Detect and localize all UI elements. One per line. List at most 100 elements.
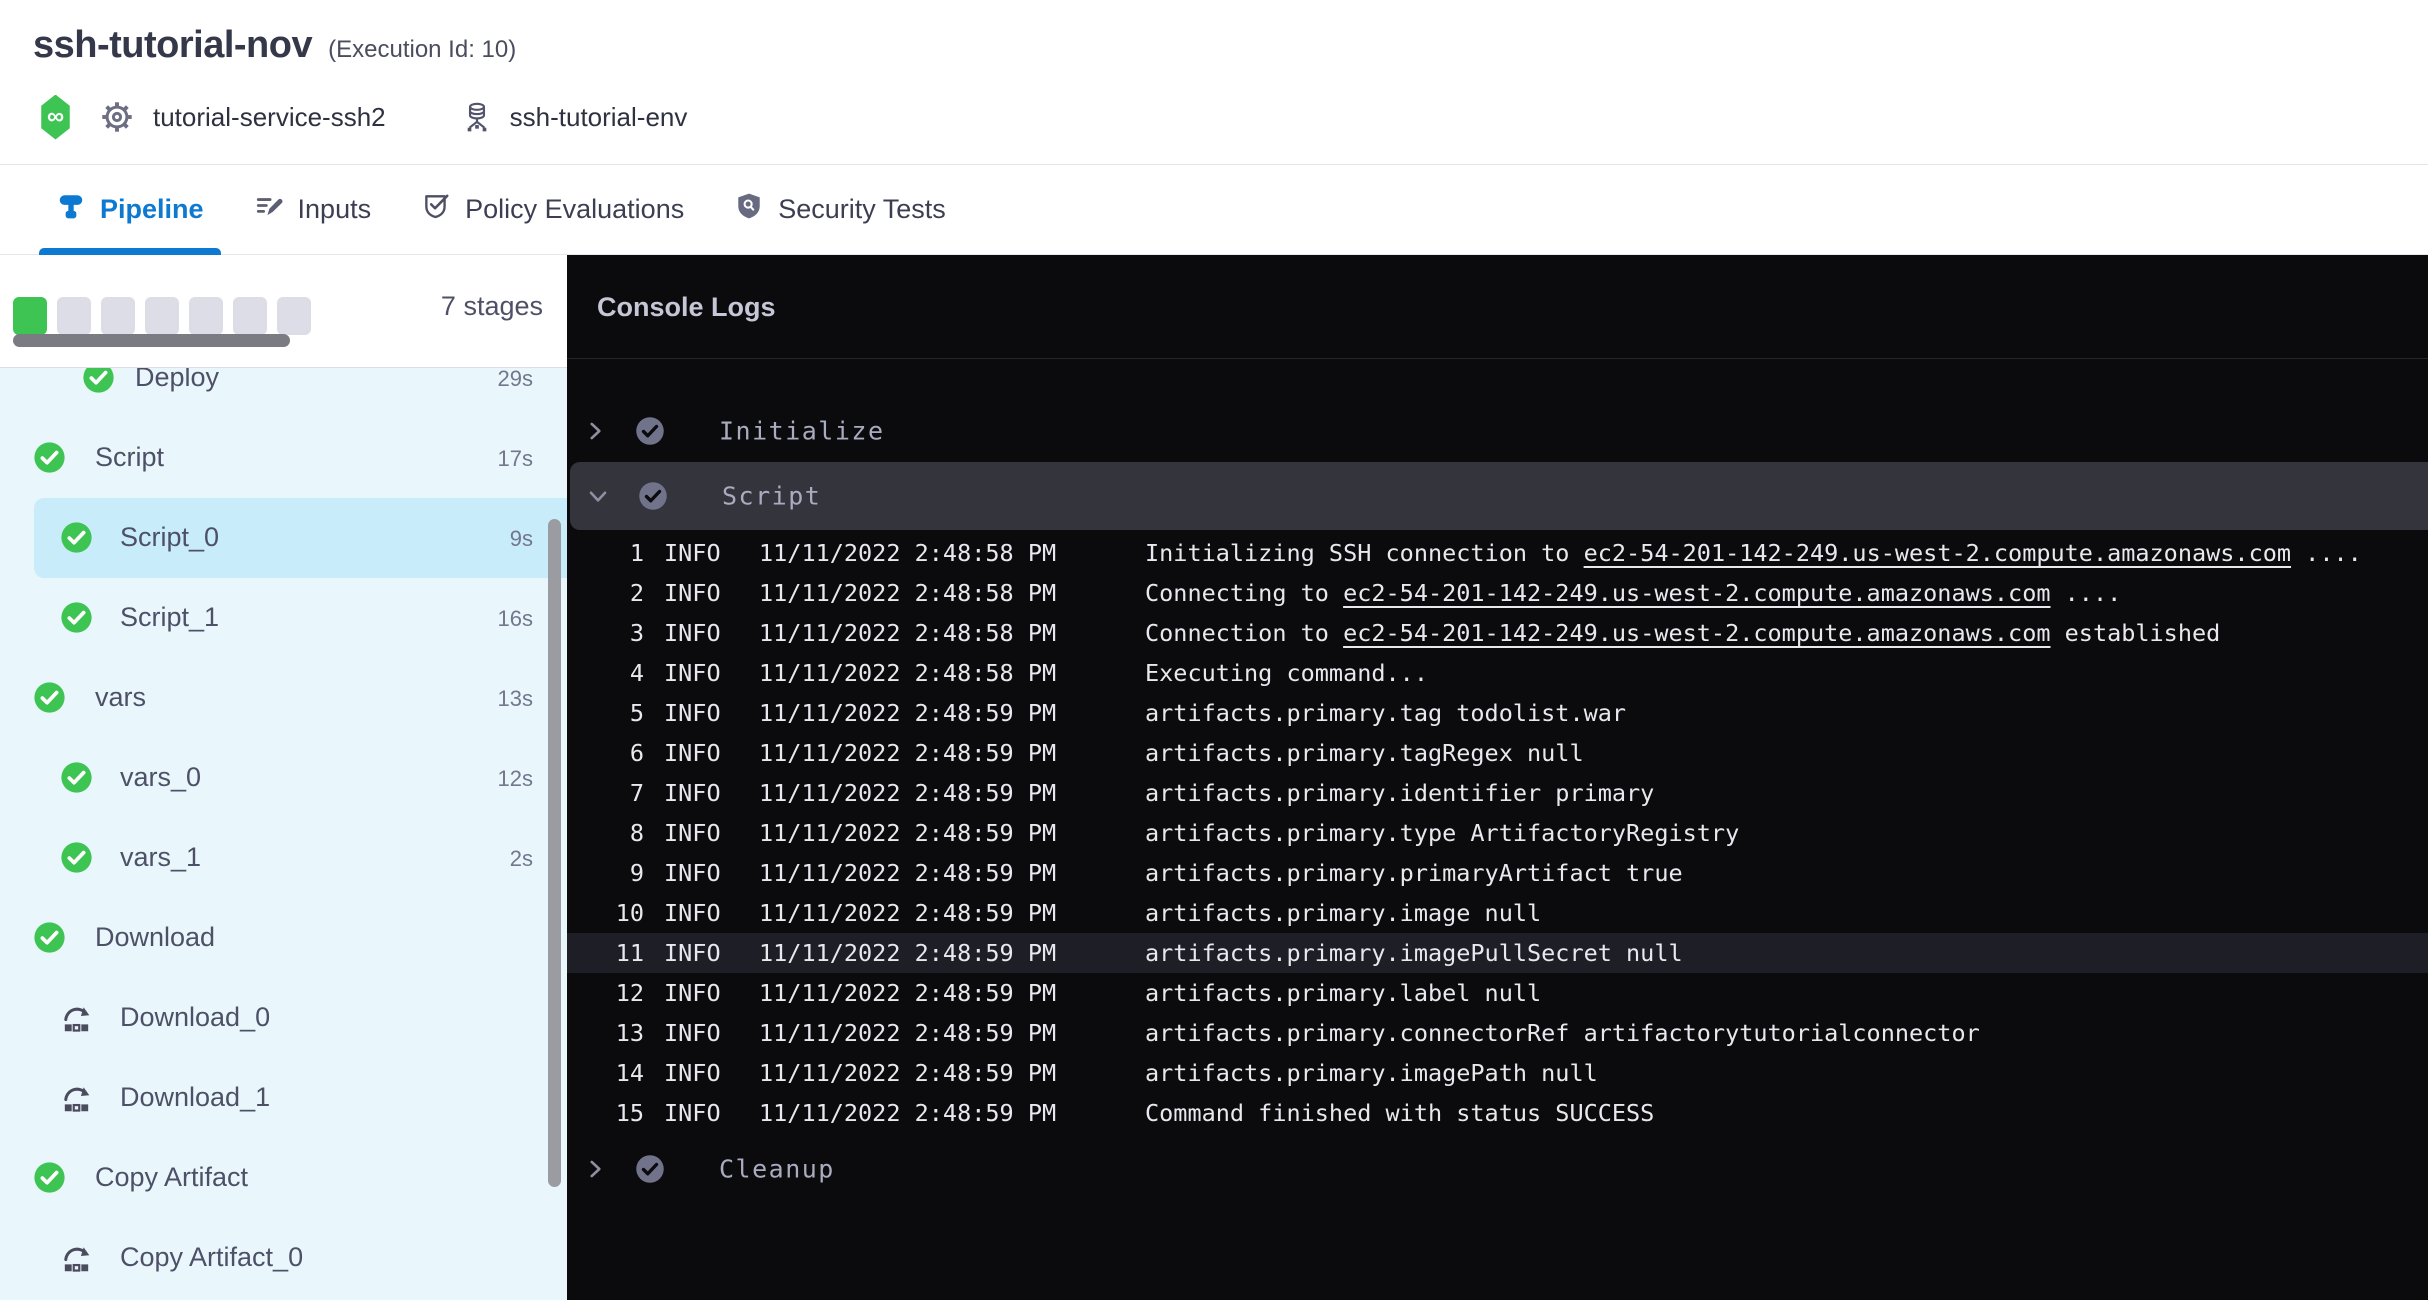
log-link[interactable]: ec2-54-201-142-249.us-west-2.compute.ama… — [1343, 619, 2050, 647]
log-message: artifacts.primary.tag todolist.war — [1145, 693, 1626, 733]
log-text: artifacts.primary.tagRegex null — [1145, 739, 1584, 767]
log-level: INFO — [664, 693, 721, 733]
stage-label: vars_1 — [120, 842, 201, 873]
stage-label: Script_1 — [120, 602, 219, 633]
tab-security-tests[interactable]: Security Tests — [734, 191, 946, 228]
log-line-number: 15 — [567, 1093, 644, 1133]
tab-inputs[interactable]: Inputs — [254, 191, 372, 228]
log-text: artifacts.primary.label null — [1145, 979, 1541, 1007]
execution-header: ssh-tutorial-nov (Execution Id: 10) ∞ tu… — [0, 0, 2428, 165]
stage-row-copy-artifact[interactable]: Copy Artifact — [0, 1138, 567, 1218]
log-text: artifacts.primary.image null — [1145, 899, 1541, 927]
console-title: Console Logs — [597, 255, 776, 359]
log-section-cleanup[interactable]: Cleanup — [567, 1134, 2428, 1204]
log-line: 9INFO11/11/2022 2:48:59 PMartifacts.prim… — [567, 853, 2428, 893]
stage-row-script-1[interactable]: Script_1 16s — [0, 578, 567, 658]
environment-link[interactable]: ssh-tutorial-env — [510, 102, 688, 133]
log-text: artifacts.primary.tag todolist.war — [1145, 699, 1626, 727]
check-circle-slate-icon — [635, 1154, 665, 1184]
stage-row-script-0[interactable]: Script_09s — [0, 498, 567, 578]
log-line: 2INFO11/11/2022 2:48:58 PMConnecting to … — [567, 573, 2428, 613]
stage-duration: 16s — [498, 606, 533, 632]
log-line-number: 8 — [567, 813, 644, 853]
log-timestamp: 11/11/2022 2:48:58 PM — [759, 653, 1056, 693]
chevron-down-icon — [585, 483, 611, 509]
log-line-number: 6 — [567, 733, 644, 773]
log-section-script[interactable]: Script — [570, 462, 2428, 530]
cd-hexagon-icon: ∞ — [40, 95, 71, 140]
stage-duration: 9s — [510, 526, 533, 552]
stage-progress-segment — [145, 297, 179, 335]
stage-label: vars — [95, 682, 146, 713]
log-level: INFO — [664, 853, 721, 893]
stage-label: Copy Artifact — [95, 1162, 248, 1193]
tab-policy-evaluations[interactable]: Policy Evaluations — [421, 191, 684, 228]
log-message: artifacts.primary.imagePullSecret null — [1145, 933, 1683, 973]
log-message: Connecting to ec2-54-201-142-249.us-west… — [1145, 573, 2121, 613]
log-timestamp: 11/11/2022 2:48:59 PM — [759, 1053, 1056, 1093]
check-circle-icon — [60, 841, 93, 874]
log-level: INFO — [664, 933, 721, 973]
stages-list: Deploy29sScript17sScript_09s Script_1 16s v… — [0, 368, 567, 1300]
log-line: 1INFO11/11/2022 2:48:58 PMInitializing S… — [567, 533, 2428, 573]
stage-label: Download — [95, 922, 215, 953]
log-level: INFO — [664, 1053, 721, 1093]
tab-label: Security Tests — [778, 194, 946, 225]
log-timestamp: 11/11/2022 2:48:59 PM — [759, 733, 1056, 773]
log-text: artifacts.primary.connectorRef artifacto… — [1145, 1019, 1980, 1047]
check-circle-icon — [60, 761, 93, 794]
check-circle-icon — [33, 681, 66, 714]
log-section-label: Initialize — [719, 417, 885, 446]
console-panel: Console Logs Initialize Script Cleanup 1 INF… — [567, 255, 2428, 1300]
environment-icon — [462, 100, 492, 134]
stage-row-deploy[interactable]: Deploy29s — [0, 368, 567, 418]
log-line-number: 12 — [567, 973, 644, 1013]
stages-horizontal-scrollbar[interactable] — [13, 334, 290, 347]
log-section-label: Script — [722, 482, 821, 511]
service-link[interactable]: tutorial-service-ssh2 — [153, 102, 386, 133]
log-line: 6 INFO 11/11/2022 2:48:59 PM artifacts.prim… — [567, 733, 2428, 773]
stage-row-download-0[interactable]: Download_0 — [0, 978, 567, 1058]
title-row: ssh-tutorial-nov (Execution Id: 10) — [33, 24, 516, 67]
log-text: artifacts.primary.type ArtifactoryRegist… — [1145, 819, 1739, 847]
stage-duration: 13s — [498, 686, 533, 712]
log-text: established — [2051, 619, 2221, 647]
log-timestamp: 11/11/2022 2:48:59 PM — [759, 693, 1056, 733]
log-level: INFO — [664, 773, 721, 813]
log-level: INFO — [664, 973, 721, 1013]
stage-progress-segments — [13, 297, 311, 335]
rolling-icon — [60, 1241, 93, 1274]
stage-row-download[interactable]: Download — [0, 898, 567, 978]
log-level: INFO — [664, 533, 721, 573]
stage-progress-segment — [57, 297, 91, 335]
log-line-number: 1 — [567, 533, 644, 573]
stages-sidebar: 7 stages Deploy29sScript17sScript_09sScr… — [0, 255, 567, 1300]
log-line: 15INFO11/11/2022 2:48:59 PMCommand finis… — [567, 1093, 2428, 1133]
stage-row-vars-1[interactable]: vars_12s — [0, 818, 567, 898]
stage-row-script[interactable]: Script17s — [0, 418, 567, 498]
check-circle-icon — [33, 921, 66, 954]
tab-pipeline[interactable]: Pipeline — [56, 191, 204, 228]
chevron-right-icon — [582, 1156, 608, 1182]
log-message: artifacts.primary.identifier primary — [1145, 773, 1654, 813]
stage-row-vars-0[interactable]: vars_012s — [0, 738, 567, 818]
log-link[interactable]: ec2-54-201-142-249.us-west-2.compute.ama… — [1343, 579, 2050, 607]
chevron-right-icon — [582, 418, 608, 444]
stage-label: Download_1 — [120, 1082, 270, 1113]
stage-label: Deploy — [135, 368, 219, 393]
log-section-initialize[interactable]: Initialize — [567, 396, 2428, 466]
log-line: 5INFO11/11/2022 2:48:59 PMartifacts.prim… — [567, 693, 2428, 733]
stage-row-copy-artifact-0[interactable]: Copy Artifact_0 — [0, 1218, 567, 1298]
stages-vertical-scrollbar[interactable] — [548, 519, 561, 1187]
stage-duration: 12s — [498, 766, 533, 792]
log-link[interactable]: ec2-54-201-142-249.us-west-2.compute.ama… — [1584, 539, 2291, 567]
stage-progress-segment — [277, 297, 311, 335]
stage-count-label: 7 stages — [441, 291, 543, 322]
log-line: 8INFO11/11/2022 2:48:59 PMartifacts.prim… — [567, 813, 2428, 853]
stage-row-vars[interactable]: vars 13s — [0, 658, 567, 738]
stage-progress-segment — [13, 297, 47, 335]
log-message: artifacts.primary.connectorRef artifacto… — [1145, 1013, 1980, 1053]
stage-row-download-1[interactable]: Download_1 — [0, 1058, 567, 1138]
log-level: INFO — [664, 733, 721, 773]
log-text: Connection to — [1145, 619, 1343, 647]
